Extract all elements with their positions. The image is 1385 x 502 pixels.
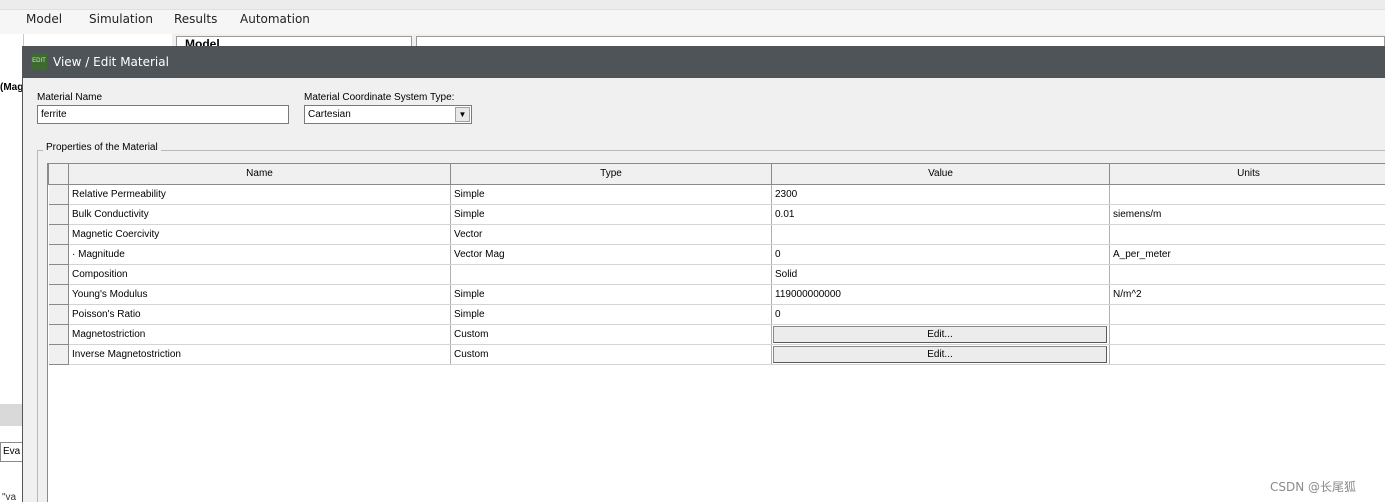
table-row[interactable]: Composition Solid — [48, 264, 1385, 285]
table-row[interactable]: Magnetostriction Custom Edit... — [48, 324, 1385, 345]
property-units[interactable]: siemens/m — [1109, 204, 1385, 225]
column-header-units[interactable]: Units — [1109, 164, 1385, 185]
app-left-panel: (Mag Eva "va — [0, 34, 24, 502]
property-units[interactable] — [1109, 224, 1385, 245]
property-name[interactable]: Inverse Magnetostriction — [68, 344, 451, 365]
row-header[interactable] — [48, 244, 69, 265]
dropdown-arrow-icon[interactable]: ▼ — [455, 107, 470, 122]
watermark: CSDN @长尾狐 — [1270, 480, 1357, 494]
toolbar-strip — [0, 0, 1385, 10]
table-row[interactable]: Inverse Magnetostriction Custom Edit... — [48, 344, 1385, 365]
property-type[interactable]: Simple — [450, 184, 772, 205]
property-units[interactable]: A_per_meter — [1109, 244, 1385, 265]
model-tree-tab[interactable]: Model — [176, 36, 412, 46]
property-name[interactable]: · Magnitude — [68, 244, 451, 265]
property-name[interactable]: Relative Permeability — [68, 184, 451, 205]
material-name-label: Material Name — [37, 92, 103, 103]
property-name[interactable]: Magnetic Coercivity — [68, 224, 451, 245]
property-value[interactable]: 0 — [771, 244, 1110, 265]
row-header[interactable] — [48, 184, 69, 205]
table-row[interactable]: · Magnitude Vector Mag 0 A_per_meter — [48, 244, 1385, 265]
property-value[interactable]: 0 — [771, 304, 1110, 325]
property-units[interactable]: N/m^2 — [1109, 284, 1385, 305]
table-row[interactable]: Magnetic Coercivity Vector — [48, 224, 1385, 245]
left-panel-label: (Mag — [0, 82, 24, 93]
menu-model[interactable]: Model — [26, 12, 62, 26]
dialog-title: View / Edit Material — [53, 55, 169, 69]
material-name-input[interactable] — [37, 105, 289, 124]
left-panel-band — [0, 404, 24, 426]
table-row[interactable]: Young's Modulus Simple 119000000000 N/m^… — [48, 284, 1385, 305]
property-units[interactable] — [1109, 324, 1385, 345]
inverse-magnetostriction-edit-button[interactable]: Edit... — [773, 346, 1107, 363]
property-type[interactable]: Vector — [450, 224, 772, 245]
row-header[interactable] — [48, 224, 69, 245]
property-value[interactable]: 0.01 — [771, 204, 1110, 225]
property-value[interactable]: 119000000000 — [771, 284, 1110, 305]
row-header[interactable] — [48, 264, 69, 285]
row-header[interactable] — [48, 204, 69, 225]
left-panel-text: "va — [2, 492, 17, 502]
property-units[interactable] — [1109, 304, 1385, 325]
property-type[interactable]: Vector Mag — [450, 244, 772, 265]
property-units[interactable] — [1109, 344, 1385, 365]
row-header[interactable] — [48, 324, 69, 345]
view-edit-material-dialog: EDIT View / Edit Material Material Name … — [22, 46, 1385, 502]
property-type[interactable]: Simple — [450, 284, 772, 305]
properties-grid: Name Type Value Units Relative Permeabil… — [47, 163, 1385, 502]
app-menubar: Model Simulation Results Automation — [0, 0, 1385, 34]
evaluate-box[interactable]: Eva — [0, 442, 24, 462]
column-header-value[interactable]: Value — [771, 164, 1110, 185]
property-type[interactable]: Simple — [450, 304, 772, 325]
column-header-name[interactable]: Name — [68, 164, 451, 185]
dialog-titlebar[interactable]: EDIT View / Edit Material — [23, 46, 1385, 78]
app-top-area: Model — [172, 34, 1385, 46]
material-edit-icon: EDIT — [31, 53, 47, 70]
property-value[interactable]: Solid — [771, 264, 1110, 285]
property-value-cell: Edit... — [771, 324, 1110, 345]
property-name[interactable]: Bulk Conductivity — [68, 204, 451, 225]
property-type[interactable]: Custom — [450, 344, 772, 365]
menu-results[interactable]: Results — [174, 12, 217, 26]
row-header[interactable] — [48, 284, 69, 305]
menu-automation[interactable]: Automation — [240, 12, 310, 26]
menu-simulation[interactable]: Simulation — [89, 12, 153, 26]
magnetostriction-edit-button[interactable]: Edit... — [773, 326, 1107, 343]
coord-system-value: Cartesian — [308, 109, 351, 120]
grid-corner — [48, 164, 69, 185]
table-row[interactable]: Relative Permeability Simple 2300 — [48, 184, 1385, 205]
property-type[interactable]: Simple — [450, 204, 772, 225]
property-units[interactable] — [1109, 184, 1385, 205]
column-header-type[interactable]: Type — [450, 164, 772, 185]
property-value[interactable]: 2300 — [771, 184, 1110, 205]
property-name[interactable]: Composition — [68, 264, 451, 285]
property-value[interactable] — [771, 224, 1110, 245]
coord-system-select[interactable]: Cartesian ▼ — [304, 105, 472, 124]
row-header[interactable] — [48, 344, 69, 365]
property-type[interactable] — [450, 264, 772, 285]
table-row[interactable]: Poisson's Ratio Simple 0 — [48, 304, 1385, 325]
property-name[interactable]: Young's Modulus — [68, 284, 451, 305]
property-value-cell: Edit... — [771, 344, 1110, 365]
property-type[interactable]: Custom — [450, 324, 772, 345]
property-name[interactable]: Poisson's Ratio — [68, 304, 451, 325]
property-name[interactable]: Magnetostriction — [68, 324, 451, 345]
app-right-pane — [416, 36, 1385, 46]
row-header[interactable] — [48, 304, 69, 325]
coord-system-label: Material Coordinate System Type: — [304, 92, 455, 103]
properties-group-title: Properties of the Material — [43, 142, 161, 153]
table-row[interactable]: Bulk Conductivity Simple 0.01 siemens/m — [48, 204, 1385, 225]
property-units[interactable] — [1109, 264, 1385, 285]
